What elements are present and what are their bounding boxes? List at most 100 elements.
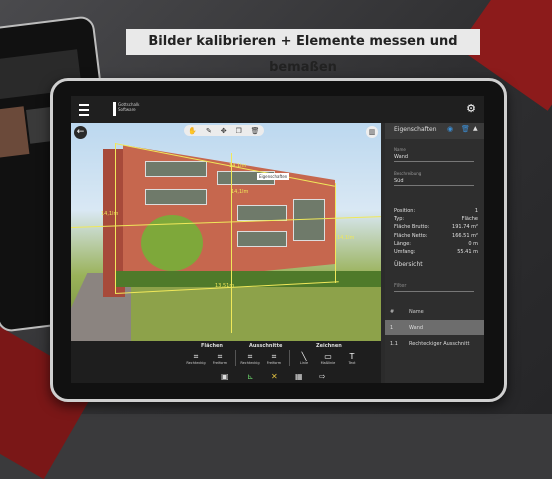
tool-label: Freiform (266, 361, 282, 365)
property-key: Fläche Netto: (394, 232, 428, 239)
image-toolbar: ✋ ✎ ✥ ❐ 🗑 (184, 125, 264, 136)
tablet-frame: Gottschalk Software ⚙ 14,1lm 14,1lm 14,1… (50, 78, 507, 402)
headline: Bilder kalibrieren + Elemente messen und… (126, 29, 480, 75)
tool-label: Rechteckig (186, 361, 206, 365)
menu-icon[interactable] (79, 104, 89, 116)
property-row: Fläche Brutto: 191.74 m² (394, 224, 478, 232)
divider (289, 350, 290, 366)
back-button[interactable]: ← (74, 126, 87, 139)
property-value: Fläche (461, 216, 478, 223)
overview-title: Übersicht (394, 261, 423, 268)
tool-label: Freiform (212, 361, 228, 365)
bottom-toolbar: Flächen Ausschnitte Zeichnen ⌗ Rechtecki… (71, 341, 381, 383)
tool-free-cutout[interactable]: ⌗ Freiform (263, 352, 285, 365)
freeform-icon: ⌗ (217, 352, 223, 361)
hand-icon[interactable]: ✋ (188, 127, 197, 135)
divider (235, 350, 236, 366)
table-icon[interactable]: ▦ (295, 372, 303, 381)
measure-label: 14,1lm (231, 189, 249, 195)
right-panel: Eigenschaften ◉ 🗑 ▲ Name Wand Beschreibu… (385, 123, 484, 383)
property-key: Typ: (394, 216, 405, 223)
col-number: # (390, 309, 395, 315)
group-flaechen: Flächen (201, 343, 223, 349)
photo-window (237, 205, 287, 221)
rectangle-icon: ⌗ (193, 352, 199, 361)
tool-text[interactable]: T Text (341, 352, 363, 365)
logo-line2: Software (118, 107, 136, 112)
tool-dimension[interactable]: ▭ Maßlinie (317, 352, 339, 365)
measure-line (231, 153, 232, 333)
property-key: Fläche Brutto: (394, 224, 430, 231)
element-tag[interactable]: Eigenschaften (257, 173, 290, 180)
rectangle-icon: ⌗ (247, 352, 253, 361)
export-icon[interactable]: ⇨ (319, 372, 326, 381)
measure-label: 14,1lm (101, 211, 119, 217)
gear-icon[interactable]: ⚙ (466, 102, 476, 115)
property-value: 191.74 m² (452, 224, 478, 231)
filter-input[interactable]: Filter (394, 283, 474, 292)
description-label: Beschreibung (394, 171, 422, 176)
row-number: 1 (390, 325, 394, 331)
table-row[interactable]: 1.1 Rechteckiger Ausschnitt (385, 336, 484, 351)
property-key: Umfang: (394, 248, 416, 255)
measure-label: 13,51m (215, 283, 235, 289)
property-value: 1 (474, 208, 478, 214)
name-label: Name (394, 147, 406, 152)
property-value: 55.41 m (457, 248, 478, 255)
delete-icon[interactable]: 🗑 (251, 127, 260, 135)
trash-icon[interactable]: 🗑 (461, 125, 470, 133)
property-value: 0 m (468, 240, 478, 247)
measure-line (335, 183, 336, 283)
tools-icon[interactable]: ✕ (271, 372, 278, 381)
measure-label: 14,1lm (229, 163, 247, 169)
property-value: 166.51 m² (452, 232, 478, 239)
photo-canvas[interactable]: 14,1lm 14,1lm 14,1lm 14,1lm 13,51m Eigen… (71, 123, 381, 341)
property-row: Position: 1 (394, 208, 478, 216)
tool-free-area[interactable]: ⌗ Freiform (209, 352, 231, 365)
text-icon: T (349, 352, 355, 361)
tool-line[interactable]: ╲ Linie (293, 352, 315, 365)
photo-hedge (115, 271, 381, 287)
table-header: # Name (385, 303, 484, 319)
calibrate-icon[interactable]: ⊾ (247, 372, 254, 381)
tool-label: Linie (299, 361, 309, 365)
top-bar: Gottschalk Software ⚙ (71, 96, 484, 123)
tool-label: Text (348, 361, 356, 365)
background-tablet-thumbnail (0, 106, 30, 159)
columns-icon[interactable]: ▥ (366, 126, 378, 138)
photo-window (145, 161, 207, 177)
group-zeichnen: Zeichnen (316, 343, 342, 349)
property-row: Typ: Fläche (394, 216, 478, 224)
edit-icon[interactable]: ✎ (206, 127, 212, 135)
table-row[interactable]: 1 Wand (385, 320, 484, 335)
eye-icon[interactable]: ◉ (447, 125, 453, 133)
row-number: 1.1 (390, 341, 398, 347)
property-row: Länge: 0 m (394, 241, 478, 249)
chevron-up-icon[interactable]: ▲ (473, 125, 478, 132)
description-field[interactable]: Süd (394, 178, 474, 186)
line-icon: ╲ (301, 352, 307, 361)
tool-label: Maßlinie (320, 361, 336, 365)
app-screen: Gottschalk Software ⚙ 14,1lm 14,1lm 14,1… (71, 96, 484, 383)
property-row: Fläche Netto: 166.51 m² (394, 233, 478, 241)
copy-icon[interactable]: ❐ (235, 127, 241, 135)
dimension-icon: ▭ (324, 352, 332, 361)
tool-rect-area[interactable]: ⌗ Rechteckig (185, 352, 207, 365)
move-icon[interactable]: ✥ (221, 127, 227, 135)
measure-label: 14,1lm (337, 235, 355, 241)
property-key: Position: (394, 208, 416, 214)
properties-title: Eigenschaften (394, 126, 437, 133)
col-name: Name (409, 309, 424, 315)
name-field[interactable]: Wand (394, 154, 474, 162)
property-row: Umfang: 55.41 m (394, 249, 478, 257)
tool-label: Rechteckig (240, 361, 260, 365)
tool-rect-cutout[interactable]: ⌗ Rechteckig (239, 352, 261, 365)
group-ausschnitte: Ausschnitte (249, 343, 283, 349)
image-icon[interactable]: ▣ (221, 372, 229, 381)
app-logo: Gottschalk Software (113, 102, 156, 116)
measure-line (115, 143, 116, 293)
photo-window (145, 189, 207, 205)
property-key: Länge: (394, 240, 411, 247)
row-name: Rechteckiger Ausschnitt (409, 341, 470, 347)
properties-header: Eigenschaften ◉ 🗑 ▲ (385, 123, 484, 139)
